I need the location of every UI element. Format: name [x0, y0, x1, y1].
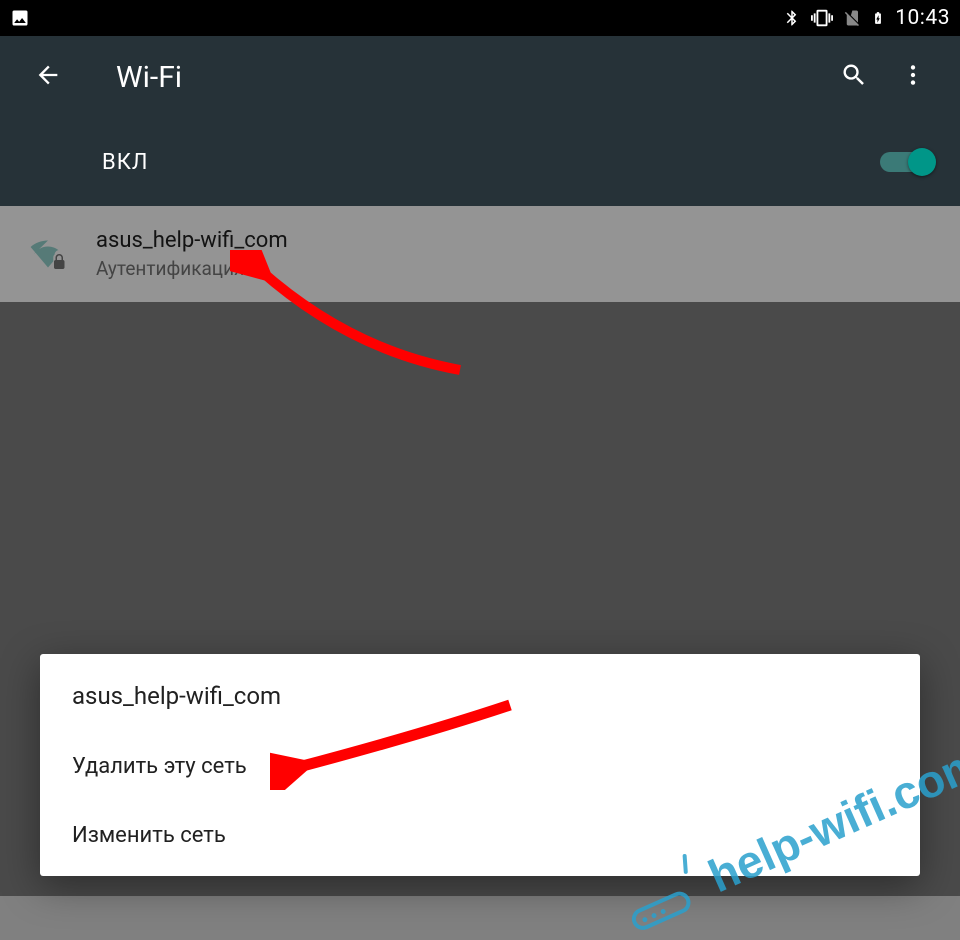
- status-bar: 10:43: [0, 0, 960, 36]
- page-title: Wi-Fi: [116, 60, 824, 95]
- network-context-dialog: asus_help-wifi_com Удалить эту сеть Изме…: [40, 654, 920, 876]
- dialog-modify-network[interactable]: Изменить сеть: [40, 801, 920, 870]
- overflow-menu-button[interactable]: [884, 54, 942, 100]
- wifi-toggle-label: ВКЛ: [102, 150, 880, 175]
- wifi-toggle-switch[interactable]: [880, 152, 932, 172]
- search-button[interactable]: [824, 53, 884, 101]
- wifi-toggle-row: ВКЛ: [0, 118, 960, 206]
- dialog-title: asus_help-wifi_com: [40, 654, 920, 732]
- bluetooth-icon: [783, 9, 801, 27]
- picture-icon: [10, 8, 30, 28]
- vibrate-icon: [811, 7, 833, 29]
- dialog-delete-network[interactable]: Удалить эту сеть: [40, 732, 920, 801]
- app-bar: Wi-Fi: [0, 36, 960, 118]
- battery-charging-icon: [871, 7, 885, 29]
- clock-text: 10:43: [895, 6, 950, 30]
- back-button[interactable]: [18, 53, 78, 101]
- no-sim-icon: [843, 9, 861, 27]
